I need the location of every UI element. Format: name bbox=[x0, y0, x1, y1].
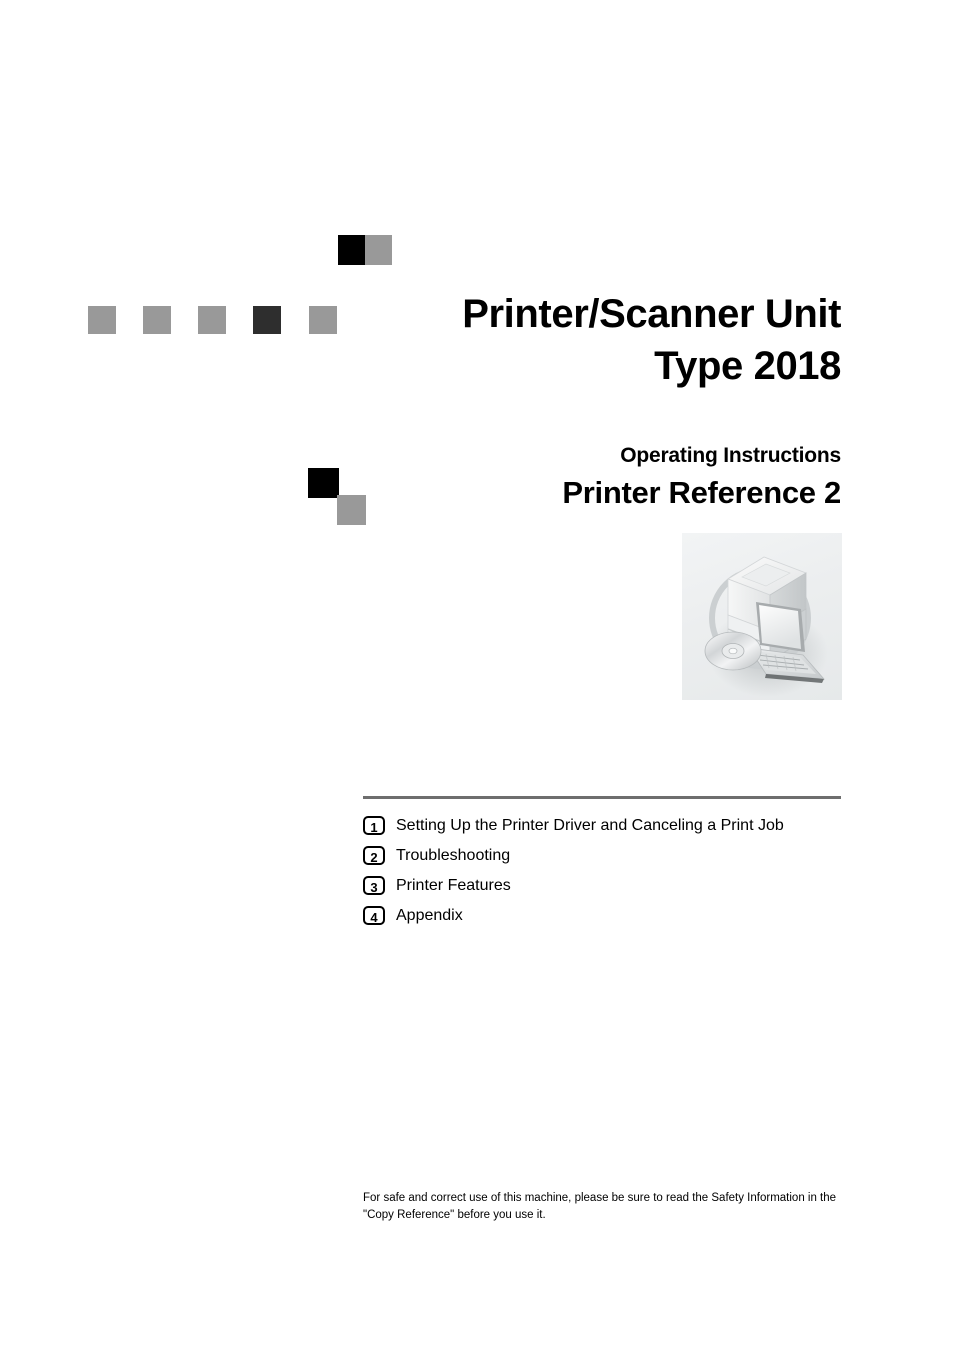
decorative-square-gray-top bbox=[365, 235, 392, 265]
decorative-square-black-mid bbox=[308, 468, 339, 498]
product-title-line-2: Type 2018 bbox=[654, 344, 841, 388]
chapter-label: Appendix bbox=[396, 906, 463, 924]
chapter-divider bbox=[363, 796, 841, 799]
decorative-square-gray-mid bbox=[337, 495, 366, 525]
chapter-item-1[interactable]: 1 Setting Up the Printer Driver and Canc… bbox=[363, 810, 841, 840]
decorative-square-row-4-dark bbox=[253, 306, 281, 334]
decorative-square-black-top bbox=[338, 235, 365, 265]
chapter-item-2[interactable]: 2 Troubleshooting bbox=[363, 840, 841, 870]
product-illustration bbox=[682, 533, 842, 700]
chapter-number-badge: 3 bbox=[363, 875, 385, 895]
manual-name: Printer Reference 2 bbox=[562, 475, 841, 510]
cover-page: Printer/Scanner Unit Type 2018 Operating… bbox=[0, 0, 954, 1351]
decorative-square-row-1 bbox=[88, 306, 116, 334]
operating-instructions-label: Operating Instructions bbox=[620, 444, 841, 467]
chapter-list: 1 Setting Up the Printer Driver and Canc… bbox=[363, 810, 841, 930]
safety-notice-line-1: For safe and correct use of this machine… bbox=[363, 1192, 837, 1204]
chapter-number-badge: 2 bbox=[363, 845, 385, 865]
chapter-label: Troubleshooting bbox=[396, 846, 511, 864]
manual-subtitle: Operating Instructions Printer Reference… bbox=[380, 442, 841, 514]
decorative-square-row-3 bbox=[198, 306, 226, 334]
chapter-label: Printer Features bbox=[396, 876, 511, 894]
chapter-item-3[interactable]: 3 Printer Features bbox=[363, 870, 841, 900]
product-title-line-1: Printer/Scanner Unit bbox=[462, 292, 841, 336]
safety-notice-line-2: "Copy Reference" before you use it. bbox=[363, 1209, 546, 1221]
chapter-item-4[interactable]: 4 Appendix bbox=[363, 900, 841, 930]
printer-laptop-cd-icon bbox=[704, 556, 828, 697]
product-title: Printer/Scanner Unit Type 2018 bbox=[300, 288, 841, 392]
decorative-square-row-2 bbox=[143, 306, 171, 334]
chapter-number-badge: 4 bbox=[363, 905, 385, 925]
safety-notice: For safe and correct use of this machine… bbox=[363, 1190, 843, 1224]
chapter-label: Setting Up the Printer Driver and Cancel… bbox=[396, 816, 784, 834]
chapter-number-badge: 1 bbox=[363, 815, 385, 835]
